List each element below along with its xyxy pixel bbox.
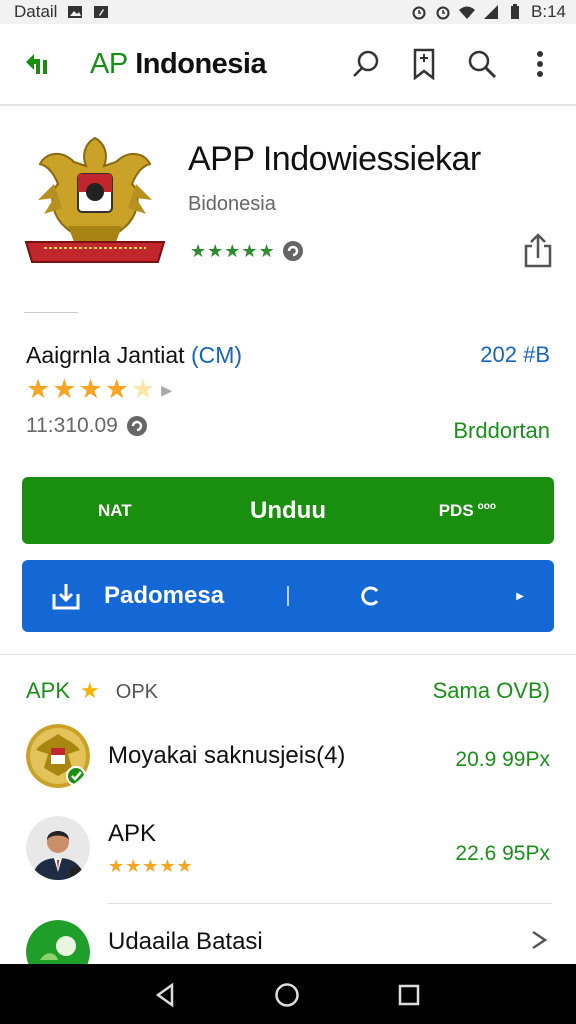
search-button[interactable] (464, 46, 500, 82)
download-button[interactable]: Unduu (250, 497, 326, 524)
download-bar-right[interactable]: PDS ooo (439, 501, 496, 521)
list-item-value: 20.9 99Px (455, 748, 550, 771)
info-icon[interactable] (282, 240, 304, 262)
divider (108, 903, 552, 904)
star-icon: ★ (104, 374, 129, 404)
install-icon (52, 584, 80, 610)
download-bar-left[interactable]: NAT (98, 501, 132, 521)
system-nav-bar (0, 964, 576, 1024)
star-icon: ★ (78, 374, 103, 404)
rating-section-title-suffix: (CM) (190, 342, 243, 368)
more-vert-icon (537, 51, 543, 77)
nav-back-icon[interactable] (152, 982, 178, 1008)
signal-icon (484, 5, 499, 19)
list-item-title: Moyakai saknusjeis(4) (108, 742, 346, 769)
bookmark-icon (413, 48, 435, 80)
list-item-stars: ★★★★★ (108, 856, 194, 876)
list-item-value: 22.6 95Px (455, 842, 550, 865)
refresh-icon[interactable] (358, 584, 382, 608)
app-rating: ★★★★★ (190, 240, 304, 262)
list-item-title: APK (108, 820, 157, 847)
list-item[interactable]: Udaaila Batasi (0, 910, 576, 964)
person-avatar (26, 816, 90, 880)
download-bar: NAT Unduu PDS ooo (22, 477, 554, 544)
list-header: APK ★ OPK (26, 678, 158, 704)
app-developer[interactable]: Bidonesia (188, 193, 276, 216)
alarm-icon (412, 6, 426, 20)
bookmark-button[interactable] (406, 46, 442, 82)
nav-home-icon[interactable] (274, 982, 300, 1008)
green-app-avatar (26, 920, 90, 964)
list-item-title: Udaaila Batasi (108, 928, 263, 955)
rating-section-title: Aaigrnla Jantiat (CM) (26, 342, 242, 369)
rating-time: 11:310.09 (26, 414, 148, 438)
share-button[interactable] (522, 232, 554, 268)
install-bar[interactable]: Padomesa ▶ (22, 560, 554, 632)
star-empty-icon: ★ (130, 374, 156, 404)
more-options-button[interactable] (522, 46, 558, 82)
list-item[interactable]: Moyakai saknusjeis(4) 20.9 99Px (0, 720, 576, 800)
rating-section-title-main: Aaigrnla Jantiat (26, 342, 185, 368)
page-title-prefix: AP (90, 47, 128, 80)
divider (0, 654, 576, 655)
app-name: APP Indowiessiekar (188, 140, 481, 178)
chevron-right-icon[interactable]: ▸ (161, 377, 172, 403)
star-icon: ★ (80, 678, 100, 703)
list-header-link[interactable]: Sama OVB) (433, 678, 550, 704)
back-arrow-icon (26, 54, 47, 74)
rating-star-bar: ★ ★ ★ ★ ★ ▸ (26, 376, 172, 403)
divider (287, 586, 289, 606)
info-icon[interactable] (126, 415, 148, 437)
status-carrier-text: Datail (14, 2, 58, 21)
divider (24, 312, 78, 313)
star-icon: ★ (52, 374, 77, 404)
battery-icon (511, 4, 520, 19)
nav-recents-icon[interactable] (396, 982, 422, 1008)
list-item[interactable]: APK ★★★★★ 22.6 95Px (0, 812, 576, 892)
chevron-right-icon[interactable] (530, 930, 548, 950)
download-bar-right-small: ooo (477, 500, 496, 512)
star-icon: ★ (26, 374, 51, 404)
rating-size: 202 #B (480, 342, 550, 367)
alarm-icon (436, 6, 450, 20)
page-title: AP Indonesia (90, 47, 267, 81)
caret-right-icon[interactable]: ▶ (516, 591, 524, 602)
list-header-sub: OPK (115, 681, 159, 703)
rating-time-text: 11:310.09 (26, 414, 118, 437)
back-button[interactable] (18, 44, 58, 84)
rating-stars: ★★★★★ (190, 240, 276, 261)
garuda-avatar (26, 724, 90, 788)
search-outline-button[interactable] (348, 46, 384, 82)
rating-link[interactable]: Brddortan (453, 418, 550, 444)
search-outline-icon (353, 50, 379, 77)
search-icon (468, 50, 497, 79)
app-bar: AP Indonesia (0, 24, 576, 106)
install-label: Padomesa (104, 582, 225, 609)
wifi-icon (459, 6, 476, 19)
share-icon (524, 233, 552, 268)
list-header-apk: APK (26, 678, 71, 703)
app-logo-garuda-icon (24, 136, 166, 263)
download-bar-right-label: PDS (438, 500, 474, 520)
page-title-main: Indonesia (135, 47, 267, 80)
status-time: B:14 (531, 2, 566, 21)
status-bar: Datail B:14 (0, 0, 576, 24)
notification-icon (94, 6, 109, 18)
gallery-icon (68, 6, 83, 18)
